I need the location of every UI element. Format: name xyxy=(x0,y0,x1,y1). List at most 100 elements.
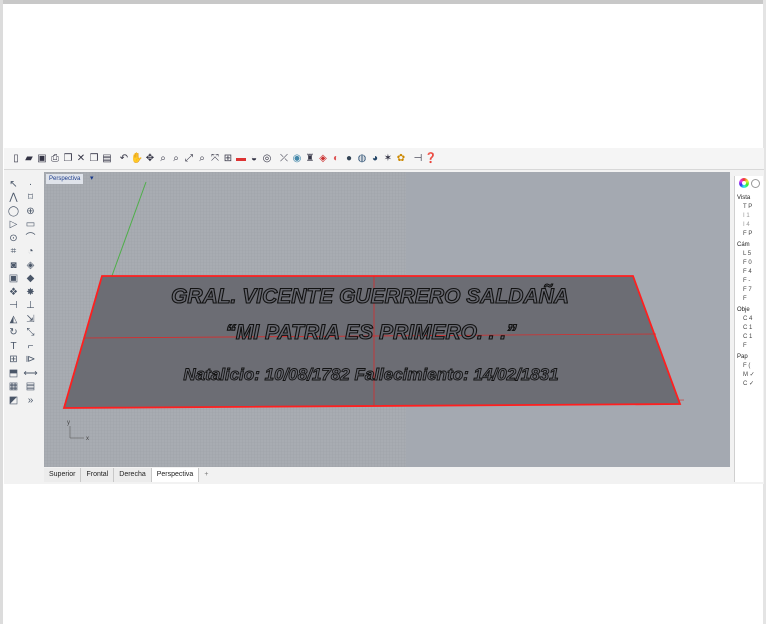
copy-icon[interactable]: ❐ xyxy=(88,153,100,165)
panel-property-row[interactable]: F 7 xyxy=(735,286,763,295)
scale-icon[interactable]: ⤡ xyxy=(23,327,38,340)
more-tools-icon[interactable]: » xyxy=(23,394,38,407)
cplane-icon[interactable]: ◎ xyxy=(261,153,273,165)
panel-property-row[interactable]: F ( xyxy=(735,362,763,371)
help-icon[interactable]: ❓ xyxy=(425,153,437,165)
trim-icon[interactable]: ⊣ xyxy=(6,300,21,313)
viewport-menu-arrow-icon[interactable]: ▾ xyxy=(90,174,98,184)
array-icon[interactable]: ⊞ xyxy=(6,354,21,367)
point-icon[interactable]: · xyxy=(23,178,38,191)
panel-property-row[interactable]: C 1 xyxy=(735,324,763,333)
mirror-icon[interactable]: ⧐ xyxy=(23,354,38,367)
panel-property-row[interactable]: F xyxy=(735,342,763,351)
properties-icon[interactable]: ◉ xyxy=(291,153,303,165)
select-arrow-icon[interactable]: ↖ xyxy=(6,178,21,191)
zoom-icon[interactable]: ⌕ xyxy=(196,153,208,165)
zoom-extents-icon[interactable]: ⌕ xyxy=(170,153,182,165)
zoom-extents-all-icon[interactable]: ⤧ xyxy=(209,153,221,165)
tab-frontal[interactable]: Frontal xyxy=(81,468,115,482)
panel-section-title[interactable]: Pap xyxy=(735,351,763,362)
panel-property-row[interactable]: F xyxy=(735,295,763,304)
solid-icon[interactable]: ❖ xyxy=(6,286,21,299)
ellipse-icon[interactable]: ⊙ xyxy=(6,232,21,245)
zoom-selected-icon[interactable]: ⤢ xyxy=(183,153,195,165)
text-icon[interactable]: T xyxy=(6,340,21,353)
tab-perspectiva[interactable]: Perspectiva xyxy=(151,468,200,482)
move-icon[interactable]: ⇲ xyxy=(23,313,38,326)
grid-icon[interactable]: ▦ xyxy=(6,381,21,394)
panel-property-row[interactable]: I 1 xyxy=(735,212,763,221)
light-icon[interactable]: ✶ xyxy=(382,153,394,165)
rectangle-icon[interactable]: ▭ xyxy=(23,219,38,232)
named-views-icon[interactable]: ◒ xyxy=(248,153,260,165)
extrude-icon[interactable]: ▣ xyxy=(6,273,21,286)
panel-options-icon[interactable] xyxy=(751,179,760,188)
layer-icon[interactable]: ▬ xyxy=(235,153,247,165)
panel-property-row[interactable]: F P xyxy=(735,230,763,239)
tab-superior[interactable]: Superior xyxy=(44,468,82,482)
panel-property-row[interactable]: L 5 xyxy=(735,250,763,259)
left-tool-palette: ↖ · ⋀ ⌑ ◯ ⊕ ▷ ▭ ⊙ ⌒ ⌗ ◔ ◙ ◈ ▣ ◆ ❖ ✸ ⊣ ⊥ ◭ ⇲ ↻ ⤡ T ⌐ ⊞… xyxy=(4,172,42,484)
surface-icon[interactable]: ◙ xyxy=(6,259,21,272)
curve-icon[interactable]: ⌑ xyxy=(23,192,38,205)
save-icon[interactable]: ▣ xyxy=(36,153,48,165)
pan-hand-icon[interactable]: ✋ xyxy=(131,153,143,165)
measure-icon[interactable]: ⟷ xyxy=(23,367,38,380)
polyline-icon[interactable]: ⋀ xyxy=(6,192,21,205)
panel-property-row[interactable]: T P xyxy=(735,203,763,212)
polygon-icon[interactable]: ▷ xyxy=(6,219,21,232)
material-icon[interactable]: ◈ xyxy=(317,153,329,165)
panel-property-row[interactable]: I 4 xyxy=(735,221,763,230)
render-color-icon[interactable]: ◐ xyxy=(330,153,342,165)
panel-property-row[interactable]: C 1 xyxy=(735,333,763,342)
render-icon[interactable]: ◍ xyxy=(356,153,368,165)
panel-property-row[interactable]: C 4 xyxy=(735,315,763,324)
viewport-title[interactable]: Perspectiva xyxy=(46,174,84,184)
snapshot-icon[interactable]: ⤫ xyxy=(278,153,290,165)
paste-icon[interactable]: ▤ xyxy=(101,153,113,165)
analyze-icon[interactable]: ◩ xyxy=(6,394,21,407)
analysis-icon[interactable]: ⊣ xyxy=(412,153,424,165)
panel-property-row[interactable]: F - xyxy=(735,277,763,286)
perspective-viewport[interactable]: GRAL. VICENTE GUERRERO SALDAÑA “MI PATRI… xyxy=(44,172,730,467)
zoom-window-icon[interactable]: ⌕ xyxy=(157,153,169,165)
copy-icon[interactable]: ❐ xyxy=(62,153,74,165)
arc-icon[interactable]: ⌒ xyxy=(23,232,38,245)
plaque-line-2: “MI PATRIA ES PRIMERO. . .” xyxy=(225,321,517,344)
rotate-tool-icon[interactable]: ↻ xyxy=(6,327,21,340)
cut-icon[interactable]: ✕ xyxy=(75,153,87,165)
page-left-border xyxy=(0,0,3,624)
fillet-curve-icon[interactable]: ⌗ xyxy=(6,246,21,259)
tab-derecha[interactable]: Derecha xyxy=(114,468,152,482)
print-icon[interactable]: ⎙ xyxy=(49,153,61,165)
group-icon[interactable]: ⬒ xyxy=(6,367,21,380)
color-wheel-icon[interactable] xyxy=(739,178,749,188)
offset-icon[interactable]: ◔ xyxy=(23,246,38,259)
loft-icon[interactable]: ◈ xyxy=(23,259,38,272)
edit-surface-icon[interactable]: ◆ xyxy=(23,273,38,286)
new-file-icon[interactable]: ▯ xyxy=(10,153,22,165)
render-preview-icon[interactable]: ◕ xyxy=(369,153,381,165)
render-sphere-icon[interactable]: ● xyxy=(343,153,355,165)
panel-property-row[interactable]: F 4 xyxy=(735,268,763,277)
block-icon[interactable]: ▤ xyxy=(23,381,38,394)
circle-icon[interactable]: ◯ xyxy=(6,205,21,218)
circle-center-icon[interactable]: ⊕ xyxy=(23,205,38,218)
panel-section-title[interactable]: Cám xyxy=(735,239,763,250)
four-viewports-icon[interactable]: ⊞ xyxy=(222,153,234,165)
panel-property-row[interactable]: F 0 xyxy=(735,259,763,268)
panel-property-row[interactable]: M ✓ xyxy=(735,371,763,380)
lock-icon[interactable]: ♜ xyxy=(304,153,316,165)
panel-section-title[interactable]: Vista xyxy=(735,192,763,203)
open-folder-icon[interactable]: ▰ xyxy=(23,153,35,165)
dimension-icon[interactable]: ⌐ xyxy=(23,340,38,353)
split-icon[interactable]: ⊥ xyxy=(23,300,38,313)
boolean-icon[interactable]: ✸ xyxy=(23,286,38,299)
undo-icon[interactable]: ↶ xyxy=(118,153,130,165)
panel-section-title[interactable]: Obje xyxy=(735,304,763,315)
panel-property-row[interactable]: C ✓ xyxy=(735,380,763,389)
add-viewport-tab-icon[interactable]: + xyxy=(199,468,213,482)
options-gear-icon[interactable]: ✿ xyxy=(395,153,407,165)
rotate-icon[interactable]: ✥ xyxy=(144,153,156,165)
mesh-icon[interactable]: ◭ xyxy=(6,313,21,326)
